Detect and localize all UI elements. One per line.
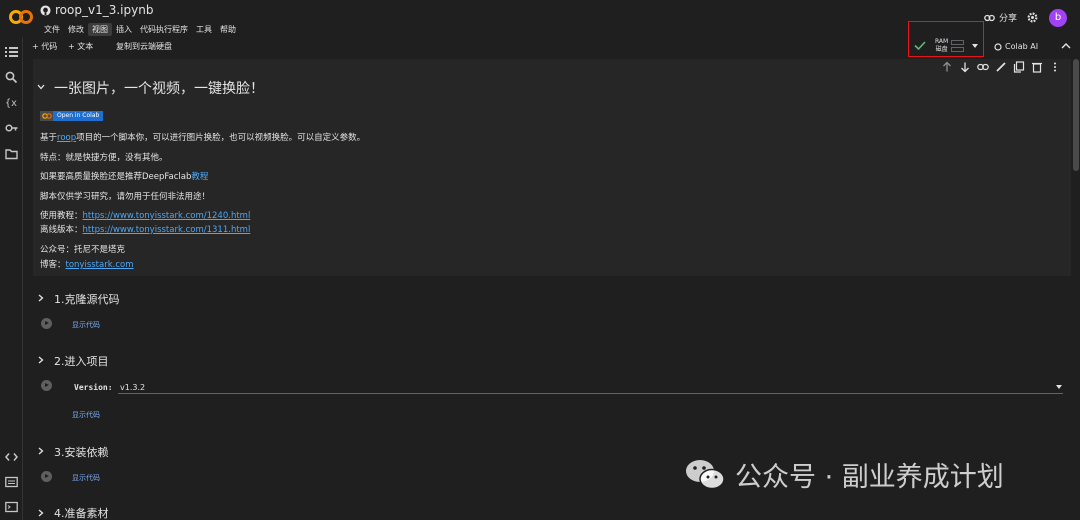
folder-icon[interactable] <box>5 148 18 160</box>
chevron-right-icon[interactable] <box>38 509 44 517</box>
github-icon <box>40 5 51 16</box>
select-caret-icon <box>1056 385 1062 389</box>
gear-icon[interactable] <box>1027 12 1038 23</box>
search-icon[interactable] <box>5 71 18 83</box>
connected-check-icon[interactable] <box>914 41 926 50</box>
sparkle-icon <box>994 42 1002 51</box>
paragraph-features: 特点：就是快捷方便，没有其他。 <box>40 153 168 163</box>
menu-view[interactable]: 视图 <box>88 23 112 36</box>
show-code-link[interactable]: 显示代码 <box>72 410 100 420</box>
cell-heading: 一张图片，一个视频，一键换脸！ <box>54 81 264 97</box>
add-text-button[interactable]: + 文本 <box>68 41 93 52</box>
link-cell-icon[interactable] <box>977 61 989 73</box>
link-icon <box>984 14 995 21</box>
paragraph-blog: 博客：tonyisstark.com <box>40 258 134 270</box>
section-title-prepare-assets: 4.准备素材 <box>54 507 109 520</box>
menu-insert[interactable]: 插入 <box>112 23 136 36</box>
intro-prefix: 基于 <box>40 133 58 143</box>
table-of-contents-icon[interactable] <box>5 46 18 58</box>
menu-runtime[interactable]: 代码执行程序 <box>136 23 192 36</box>
section-title-enter-project: 2.进入项目 <box>54 355 109 368</box>
ram-bar <box>951 40 964 45</box>
menu-help[interactable]: 帮助 <box>216 23 240 36</box>
disk-label: 磁盘 <box>935 46 948 53</box>
paragraph-usage: 使用教程：https://www.tonyisstark.com/1240.ht… <box>40 209 250 221</box>
version-param-label: Version: <box>74 383 113 392</box>
paragraph-wechat: 公众号：托尼不是塔克 <box>40 245 126 255</box>
section-title-install-deps: 3.安装依赖 <box>54 446 109 459</box>
resource-bars[interactable] <box>951 40 964 54</box>
run-cell-button[interactable] <box>41 318 52 329</box>
chevron-down-icon[interactable] <box>37 84 45 90</box>
terminal-icon[interactable] <box>5 501 18 513</box>
colab-badge-icon <box>40 111 53 121</box>
menu-file[interactable]: 文件 <box>40 23 64 36</box>
chevron-up-icon[interactable] <box>1061 42 1071 50</box>
paragraph-recommend: 如果要高质量换脸还是推荐DeepFaclab教程 <box>40 170 208 182</box>
menu-bar: 文件 修改 视图 插入 代码执行程序 工具 帮助 <box>40 23 240 36</box>
move-down-icon[interactable] <box>959 61 971 73</box>
left-sidebar: {x} <box>0 37 23 520</box>
tutorial-link[interactable]: 教程 <box>191 172 208 182</box>
section-title-clone: 1.克隆源代码 <box>54 293 120 306</box>
resource-labels[interactable]: RAM 磁盘 <box>935 38 948 54</box>
usage-label: 使用教程： <box>40 211 83 221</box>
offline-label: 离线版本： <box>40 225 83 235</box>
delete-icon[interactable] <box>1031 61 1043 73</box>
show-code-link[interactable]: 显示代码 <box>72 473 100 483</box>
edit-pencil-icon[interactable] <box>995 61 1007 73</box>
colab-logo[interactable] <box>9 9 33 25</box>
chevron-right-icon[interactable] <box>38 447 44 455</box>
scrollbar[interactable] <box>1073 59 1079 171</box>
menu-edit[interactable]: 修改 <box>64 23 88 36</box>
paragraph-intro: 基于roop项目的一个脚本你，可以进行图片换脸，也可以视频换脸。可以自定义参数。 <box>40 131 365 143</box>
code-snippets-icon[interactable] <box>5 451 18 463</box>
watermark-text: 公众号 · 副业养成计划 <box>735 462 1004 493</box>
svg-text:{x}: {x} <box>5 98 18 108</box>
open-in-colab-badge[interactable]: Open in Colab <box>40 111 104 121</box>
run-cell-button[interactable] <box>41 380 52 391</box>
key-icon[interactable] <box>5 122 18 134</box>
more-options-icon[interactable] <box>1049 61 1061 73</box>
share-label: 分享 <box>999 14 1018 24</box>
show-code-link[interactable]: 显示代码 <box>72 320 100 330</box>
paragraph-disclaimer: 脚本仅供学习研究，请勿用于任何非法用途！ <box>40 192 211 202</box>
copy-cell-icon[interactable] <box>1013 61 1025 73</box>
chevron-right-icon[interactable] <box>38 294 44 302</box>
notebook-title[interactable]: roop_v1_3.ipynb <box>55 3 153 17</box>
blog-label: 博客： <box>40 260 66 270</box>
command-palette-icon[interactable] <box>5 476 18 488</box>
menu-tools[interactable]: 工具 <box>192 23 216 36</box>
disk-bar <box>951 47 964 52</box>
colab-ai-label: Colab AI <box>1005 42 1039 51</box>
colab-ai-button[interactable]: Colab AI <box>994 42 1038 51</box>
version-value: v1.3.2 <box>120 383 146 392</box>
usage-url-link[interactable]: https://www.tonyisstark.com/1240.html <box>83 211 251 221</box>
runtime-dropdown-icon[interactable] <box>972 44 978 48</box>
share-button[interactable]: 分享 <box>984 11 1017 24</box>
watermark: 公众号 · 副业养成计划 <box>683 455 1004 494</box>
run-cell-button[interactable] <box>41 471 52 482</box>
roop-link[interactable]: roop <box>57 133 76 143</box>
chevron-right-icon[interactable] <box>38 356 44 364</box>
blog-link[interactable]: tonyisstark.com <box>66 260 134 270</box>
avatar[interactable]: b <box>1049 9 1067 27</box>
add-code-button[interactable]: + 代码 <box>32 41 57 52</box>
intro-suffix: 项目的一个脚本你，可以进行图片换脸，也可以视频换脸。可以自定义参数。 <box>76 133 366 143</box>
recommend-text: 如果要高质量换脸还是推荐DeepFaclab <box>40 172 192 182</box>
wechat-logo-icon <box>686 459 725 489</box>
ram-label: RAM <box>935 38 949 45</box>
cell-toolbar <box>941 61 1061 73</box>
version-select[interactable]: v1.3.2 <box>118 380 1063 394</box>
move-up-icon[interactable] <box>941 61 953 73</box>
badge-text: Open in Colab <box>53 111 104 121</box>
paragraph-offline: 离线版本：https://www.tonyisstark.com/1311.ht… <box>40 223 250 235</box>
offline-url-link[interactable]: https://www.tonyisstark.com/1311.html <box>83 225 251 235</box>
copy-to-drive-button[interactable]: 复制到云端硬盘 <box>116 41 172 52</box>
variables-icon[interactable]: {x} <box>5 96 18 108</box>
